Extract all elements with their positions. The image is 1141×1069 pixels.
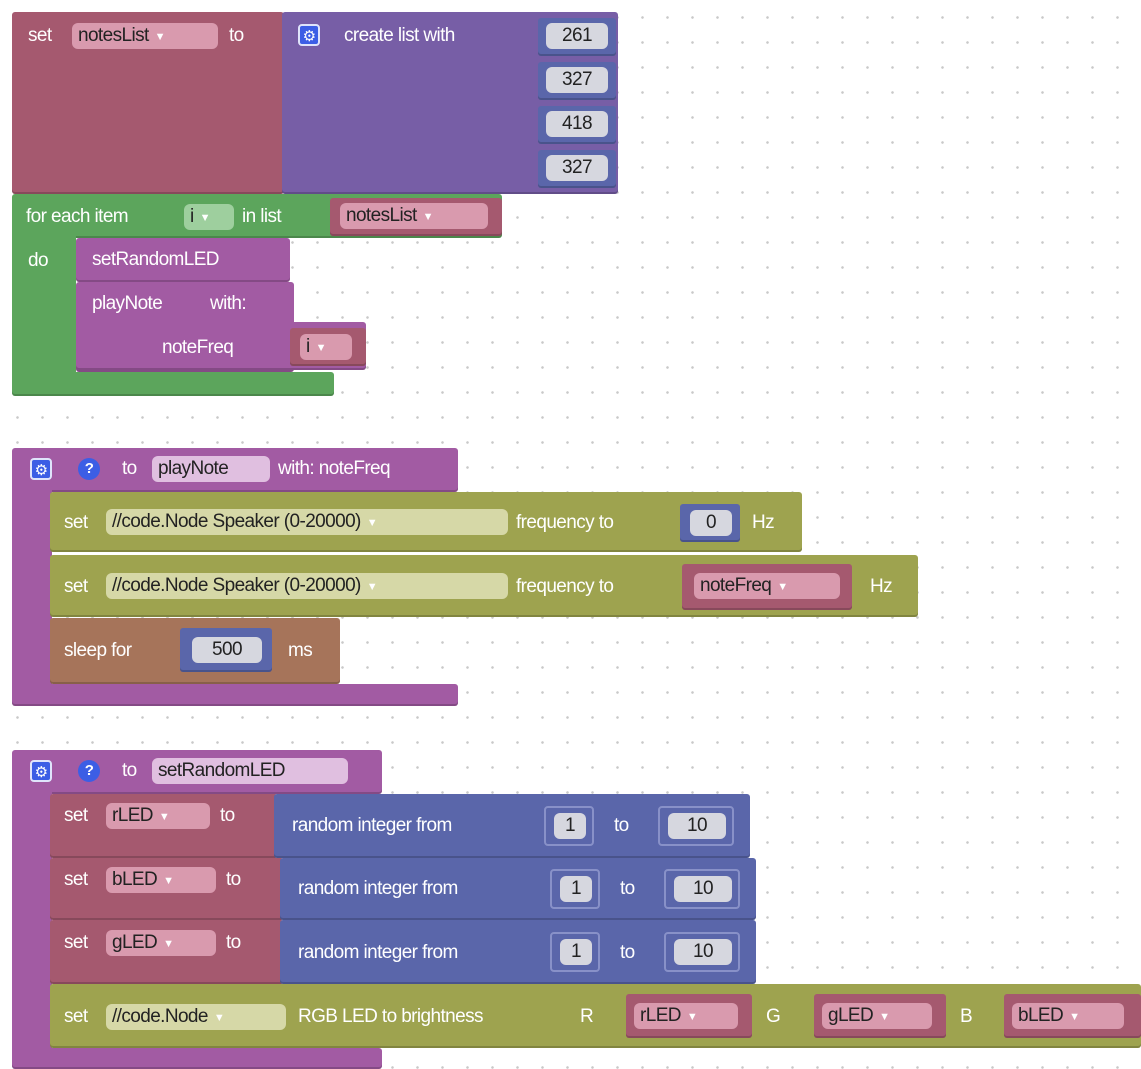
frequency-label: frequency to [516, 512, 614, 533]
procedure-spine [12, 484, 52, 694]
number-field[interactable]: 1 [560, 876, 592, 902]
number-field[interactable]: 10 [674, 876, 732, 902]
dropdown-arrow-icon: ▼ [1069, 1011, 1080, 1023]
variable-dropdown-notefreq[interactable]: noteFreq ▼ [694, 573, 840, 599]
number-field[interactable]: 327 [546, 155, 608, 181]
set-label: set [64, 869, 88, 890]
set-label: set [64, 932, 88, 953]
number-field[interactable]: 0 [690, 510, 732, 536]
set-label: set [64, 1006, 88, 1027]
to-label: to [229, 25, 244, 46]
dropdown-arrow-icon: ▼ [366, 581, 378, 593]
random-integer-label: random integer from [298, 942, 458, 963]
variable-dropdown-bled[interactable]: bLED ▼ [1012, 1003, 1124, 1029]
to-label: to [620, 878, 635, 899]
procedure-spine [12, 786, 52, 1056]
dropdown-arrow-icon: ▼ [163, 875, 174, 887]
for-each-label: for each item [26, 206, 129, 227]
number-field[interactable]: 327 [546, 67, 608, 93]
unit-label: ms [288, 640, 313, 661]
param-label: noteFreq [162, 337, 234, 358]
dropdown-arrow-icon: ▼ [213, 1012, 225, 1024]
gear-icon[interactable]: ⚙ [30, 760, 52, 782]
to-label: to [122, 458, 137, 479]
set-label: set [64, 512, 88, 533]
dropdown-arrow-icon: ▼ [777, 581, 788, 593]
device-dropdown[interactable]: //code.Node ▼ [106, 1004, 286, 1030]
dropdown-arrow-icon: ▼ [158, 811, 170, 823]
unit-label: Hz [870, 576, 893, 597]
variable-dropdown-noteslist[interactable]: notesList ▼ [72, 23, 218, 49]
number-field[interactable]: 10 [674, 939, 732, 965]
dropdown-arrow-icon: ▼ [879, 1011, 890, 1023]
for-each-bottom [12, 372, 334, 396]
with-params-label: with: noteFreq [278, 458, 391, 479]
dropdown-arrow-icon: ▼ [422, 211, 434, 223]
rgb-brightness-label: RGB LED to brightness [298, 1006, 483, 1027]
dropdown-arrow-icon: ▼ [154, 31, 166, 43]
to-label: to [614, 815, 629, 836]
to-label: to [122, 760, 137, 781]
number-field[interactable]: 10 [668, 813, 726, 839]
variable-dropdown-i[interactable]: i ▼ [300, 334, 352, 360]
set-label: set [64, 576, 88, 597]
device-dropdown[interactable]: //code.Node Speaker (0-20000) ▼ [106, 509, 508, 535]
procedure-bottom [12, 1048, 382, 1069]
dropdown-arrow-icon: ▼ [163, 938, 174, 950]
do-label: do [28, 250, 49, 271]
dropdown-arrow-icon: ▼ [686, 1011, 698, 1023]
g-label: G [766, 1006, 781, 1027]
frequency-label: frequency to [516, 576, 614, 597]
dropdown-arrow-icon: ▼ [315, 342, 327, 354]
random-integer-label: random integer from [292, 815, 452, 836]
number-field[interactable]: 261 [546, 23, 608, 49]
help-icon[interactable]: ? [78, 458, 100, 480]
set-label: set [64, 805, 88, 826]
variable-dropdown-gled[interactable]: gLED ▼ [106, 930, 216, 956]
to-label: to [220, 805, 235, 826]
dropdown-arrow-icon: ▼ [366, 517, 378, 529]
variable-dropdown-gled[interactable]: gLED ▼ [822, 1003, 932, 1029]
unit-label: Hz [752, 512, 775, 533]
variable-dropdown-rled[interactable]: rLED ▼ [634, 1003, 738, 1029]
random-integer-label: random integer from [298, 878, 458, 899]
b-label: B [960, 1006, 973, 1027]
with-label: with: [210, 293, 247, 314]
create-list-label: create list with [344, 25, 455, 46]
gear-icon[interactable]: ⚙ [30, 458, 52, 480]
help-icon[interactable]: ? [78, 760, 100, 782]
dropdown-arrow-icon: ▼ [199, 212, 211, 224]
to-label: to [226, 932, 241, 953]
procedure-bottom [12, 684, 458, 706]
sleep-label: sleep for [64, 640, 132, 661]
number-field[interactable]: 500 [192, 637, 262, 663]
variable-dropdown-rled[interactable]: rLED ▼ [106, 803, 210, 829]
variable-dropdown-noteslist[interactable]: notesList ▼ [340, 203, 488, 229]
call-name-label: setRandomLED [92, 249, 220, 270]
r-label: R [580, 1006, 594, 1027]
set-label: set [28, 25, 52, 46]
variable-dropdown-bled[interactable]: bLED ▼ [106, 867, 216, 893]
in-list-label: in list [242, 206, 282, 227]
number-field[interactable]: 1 [554, 813, 586, 839]
number-field[interactable]: 1 [560, 939, 592, 965]
call-name-label: playNote [92, 293, 163, 314]
device-dropdown[interactable]: //code.Node Speaker (0-20000) ▼ [106, 573, 508, 599]
to-label: to [620, 942, 635, 963]
procedure-name-field[interactable]: setRandomLED [152, 758, 348, 784]
gear-icon[interactable]: ⚙ [298, 24, 320, 46]
to-label: to [226, 869, 241, 890]
number-field[interactable]: 418 [546, 111, 608, 137]
loop-variable-dropdown[interactable]: i ▼ [184, 204, 234, 230]
procedure-name-field[interactable]: playNote [152, 456, 270, 482]
